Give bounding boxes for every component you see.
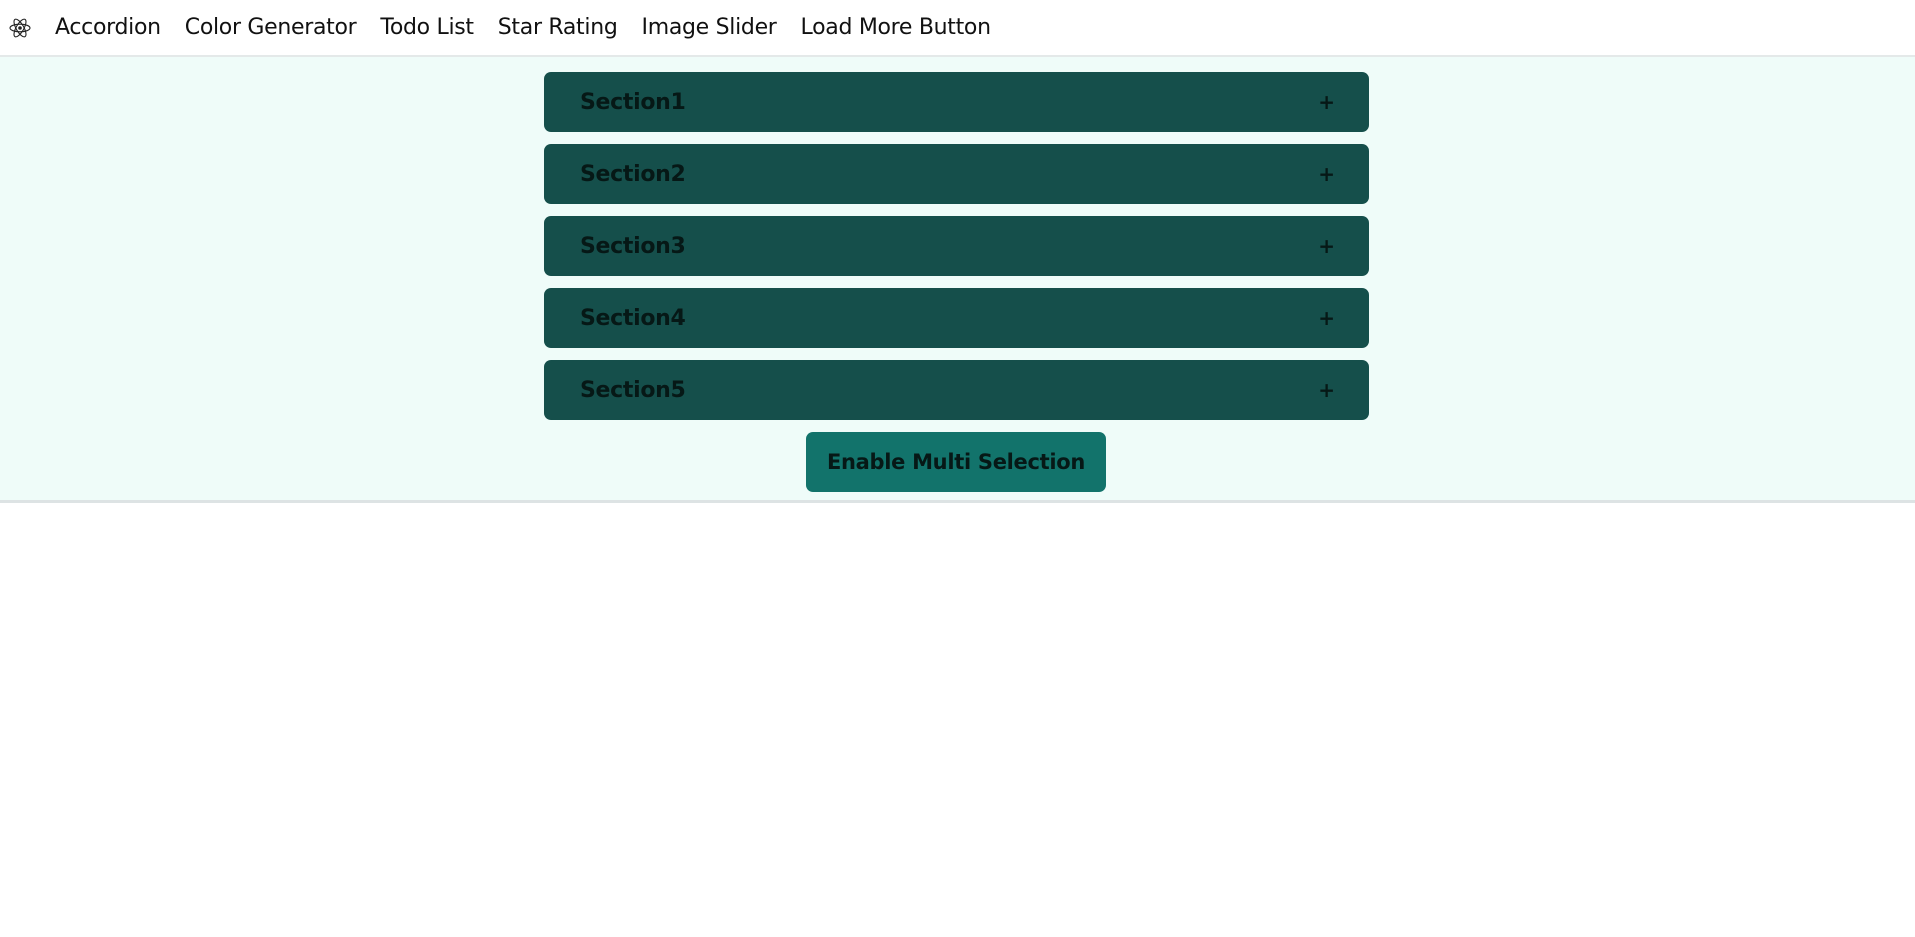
accordion-section-2[interactable]: Section2 +	[544, 144, 1369, 204]
nav-link-load-more-button[interactable]: Load More Button	[801, 15, 992, 40]
accordion-section-3[interactable]: Section3 +	[544, 216, 1369, 276]
accordion-list: Section1 + Section2 + Section3 + Section…	[544, 72, 1369, 432]
section-title: Section4	[580, 305, 686, 331]
top-navbar: Accordion Color Generator Todo List Star…	[0, 0, 1915, 57]
section-title: Section1	[580, 89, 686, 115]
nav-link-color-generator[interactable]: Color Generator	[185, 15, 357, 40]
accordion-section-5[interactable]: Section5 +	[544, 360, 1369, 420]
accordion-section-1[interactable]: Section1 +	[544, 72, 1369, 132]
plus-icon[interactable]: +	[1318, 306, 1335, 330]
section-title: Section5	[580, 377, 686, 403]
nav-link-todo-list[interactable]: Todo List	[380, 15, 474, 40]
plus-icon[interactable]: +	[1318, 162, 1335, 186]
section-title: Section3	[580, 233, 686, 259]
accordion-section-4[interactable]: Section4 +	[544, 288, 1369, 348]
nav-link-accordion[interactable]: Accordion	[55, 15, 161, 40]
accordion-panel: Section1 + Section2 + Section3 + Section…	[0, 57, 1915, 503]
plus-icon[interactable]: +	[1318, 234, 1335, 258]
section-title: Section2	[580, 161, 686, 187]
enable-multi-selection-button[interactable]: Enable Multi Selection	[806, 432, 1106, 492]
nav-link-image-slider[interactable]: Image Slider	[642, 15, 777, 40]
plus-icon[interactable]: +	[1318, 378, 1335, 402]
plus-icon[interactable]: +	[1318, 90, 1335, 114]
react-atom-icon[interactable]	[7, 15, 33, 41]
nav-link-star-rating[interactable]: Star Rating	[498, 15, 618, 40]
